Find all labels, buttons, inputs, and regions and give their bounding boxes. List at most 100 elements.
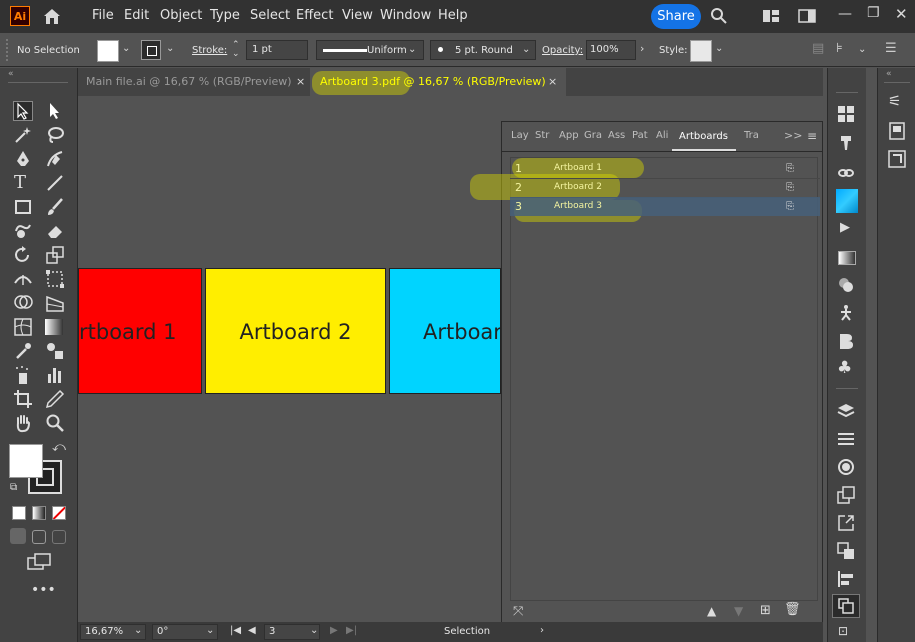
artboard-3[interactable]: Artboard <box>389 268 501 394</box>
actions-play-icon[interactable]: ▶ <box>840 220 850 235</box>
shape-builder-tool-icon[interactable] <box>13 293 33 313</box>
tab-appearance[interactable]: App <box>559 122 579 150</box>
pathfinder-icon[interactable] <box>837 542 855 560</box>
align-panel-icon[interactable] <box>837 570 855 588</box>
collapse-toolbar-icon[interactable]: « <box>8 69 14 79</box>
color-guide-icon[interactable] <box>836 189 858 213</box>
transform-icon[interactable]: ⊧ <box>836 41 843 56</box>
close-window-icon[interactable]: ✕ <box>895 5 908 23</box>
adjustments-icon[interactable]: ⚟ <box>888 92 901 110</box>
panel-menu-icon[interactable]: ☰ <box>885 41 897 56</box>
links-icon[interactable] <box>837 164 855 182</box>
screen-mode-icon[interactable] <box>27 553 51 571</box>
zoom-tool-icon[interactable] <box>45 413 65 433</box>
rotate-tool-icon[interactable] <box>13 245 33 265</box>
puppet-warp-icon[interactable] <box>837 304 855 322</box>
swap-fill-stroke-icon[interactable]: ⤺ <box>52 440 66 455</box>
shaper-tool-icon[interactable] <box>13 221 33 241</box>
new-artboard-icon[interactable]: ⊞ <box>760 603 771 618</box>
artboards-dock-button[interactable] <box>832 594 860 618</box>
direct-selection-tool-icon[interactable] <box>45 101 65 121</box>
artboard-options-icon[interactable]: ⎘ <box>786 159 794 178</box>
default-fill-stroke-icon[interactable]: ⧉ <box>10 482 17 493</box>
menu-window[interactable]: Window <box>380 8 431 23</box>
column-graph-tool-icon[interactable] <box>45 365 65 385</box>
artboard-list-row[interactable]: 1 Artboard 1 ⎘ <box>510 159 820 179</box>
tab-transform[interactable]: Tra <box>744 122 759 150</box>
draw-normal-icon[interactable] <box>10 528 26 544</box>
blend-tool-icon[interactable] <box>45 341 65 361</box>
transform-panel-icon[interactable]: ⊡ <box>838 624 848 638</box>
opacity-chevron-right-icon[interactable]: › <box>640 42 644 55</box>
artboard-1[interactable]: rtboard 1 <box>78 268 202 394</box>
fill-color-box[interactable] <box>9 444 43 478</box>
search-icon[interactable] <box>710 7 728 25</box>
draw-inside-icon[interactable] <box>52 530 66 544</box>
panel-options-menu-icon[interactable]: ≡ <box>807 129 817 143</box>
type-tool-icon[interactable]: T <box>14 172 26 193</box>
rotation-chevron-down-icon[interactable]: ⌄ <box>206 625 214 636</box>
pen-tool-icon[interactable] <box>13 149 33 169</box>
magic-wand-tool-icon[interactable] <box>13 125 33 145</box>
appearance-icon[interactable] <box>837 458 855 476</box>
stroke-label[interactable]: Stroke: <box>192 45 227 56</box>
collapse-dock-icon[interactable]: « <box>886 69 892 79</box>
next-artboard-icon[interactable]: ▶ <box>330 625 338 636</box>
scale-tool-icon[interactable] <box>45 245 65 265</box>
menu-object[interactable]: Object <box>160 8 202 23</box>
artboard-options-icon[interactable]: ⎘ <box>786 178 794 197</box>
gradient-panel-icon[interactable] <box>838 251 856 265</box>
menu-effect[interactable]: Effect <box>296 8 333 23</box>
profile-chevron-down-icon[interactable]: ⌄ <box>408 44 416 55</box>
last-artboard-icon[interactable]: ▶| <box>346 625 357 636</box>
tab-asset-export[interactable]: Ass <box>608 122 625 150</box>
tab-align[interactable]: Ali <box>656 122 668 150</box>
tab-main-file[interactable]: Main file.ai @ 16,67 % (RGB/Preview) × <box>78 68 310 96</box>
slice-tool-icon[interactable] <box>45 389 65 409</box>
artboard-tool-icon[interactable] <box>13 389 33 409</box>
fill-dropdown-chevron-down-icon[interactable]: ⌄ <box>122 43 130 54</box>
restore-icon[interactable]: ❐ <box>867 5 880 21</box>
edit-toolbar-ellipsis-icon[interactable]: ••• <box>31 582 56 598</box>
menu-file[interactable]: File <box>92 8 114 23</box>
graphic-styles-icon[interactable] <box>837 332 855 350</box>
draw-behind-icon[interactable] <box>32 530 46 544</box>
minimize-icon[interactable]: — <box>838 6 852 22</box>
previous-artboard-icon[interactable]: ◀ <box>248 625 256 636</box>
width-tool-icon[interactable] <box>13 269 33 289</box>
artboard-list-row-selected[interactable]: 3 Artboard 3 ⎘ <box>510 197 820 216</box>
swatches-icon[interactable] <box>837 105 855 123</box>
properties-icon[interactable] <box>837 430 855 448</box>
transparency-icon[interactable] <box>837 276 855 294</box>
opacity-label[interactable]: Opacity: <box>542 45 583 56</box>
hand-tool-icon[interactable] <box>13 413 33 433</box>
zoom-chevron-down-icon[interactable]: ⌄ <box>134 625 142 636</box>
brushes-icon[interactable] <box>837 134 855 152</box>
fill-swatch[interactable] <box>97 40 119 62</box>
stroke-dropdown-chevron-down-icon[interactable]: ⌄ <box>166 43 174 54</box>
selection-tool-icon[interactable] <box>13 101 33 121</box>
style-chevron-down-icon[interactable]: ⌄ <box>715 43 723 54</box>
paintbrush-tool-icon[interactable] <box>45 197 65 217</box>
stroke-swatch[interactable] <box>141 40 161 60</box>
eyedropper-tool-icon[interactable] <box>13 341 33 361</box>
tab-stroke[interactable]: Str <box>535 122 549 150</box>
close-tab-icon[interactable]: × <box>548 68 557 96</box>
artboard-options-icon[interactable]: ⎘ <box>786 197 794 216</box>
stroke-stepper[interactable]: ⌃ ⌄ <box>232 41 240 59</box>
menu-help[interactable]: Help <box>438 8 468 23</box>
brush-definition-select[interactable]: 5 pt. Round <box>430 40 536 60</box>
grip-handle[interactable] <box>6 39 12 61</box>
first-artboard-icon[interactable]: |◀ <box>230 625 241 636</box>
brush-chevron-down-icon[interactable]: ⌄ <box>522 44 530 55</box>
export-icon[interactable] <box>837 514 855 532</box>
curvature-tool-icon[interactable] <box>45 149 65 169</box>
workspace-icon[interactable] <box>798 9 816 23</box>
lasso-tool-icon[interactable] <box>45 125 65 145</box>
transform-chevron-down-icon[interactable]: ⌄ <box>858 44 866 55</box>
eraser-tool-icon[interactable] <box>45 221 65 241</box>
tab-artboard-3-pdf[interactable]: Artboard 3.pdf @ 16,67 % (RGB/Preview) × <box>310 68 566 96</box>
tab-layers[interactable]: Lay <box>511 122 529 150</box>
delete-artboard-icon[interactable]: 🗑 <box>784 602 801 617</box>
layers-icon[interactable] <box>837 402 855 420</box>
